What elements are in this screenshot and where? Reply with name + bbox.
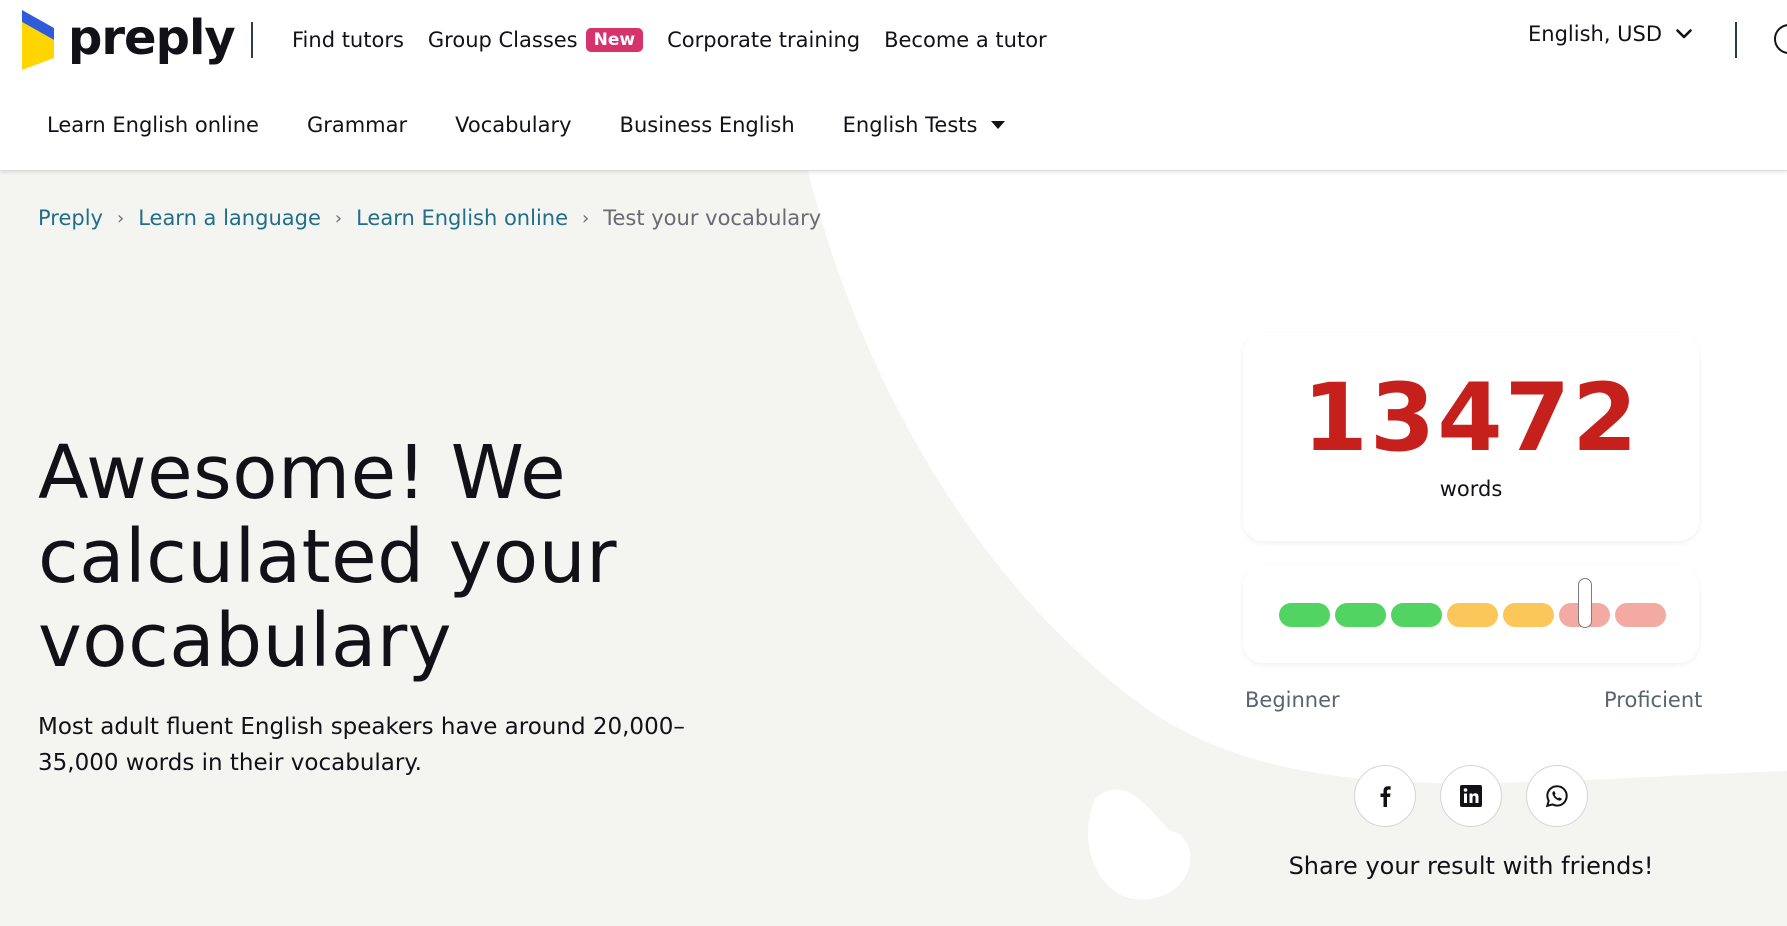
- chevron-down-icon: [1676, 29, 1692, 39]
- headline-line: calculated your: [38, 514, 618, 600]
- top-nav: Find tutors Group Classes New Corporate …: [292, 0, 1071, 80]
- word-count-card: 13472 words: [1243, 333, 1699, 541]
- breadcrumb-learn-a-language[interactable]: Learn a language: [138, 206, 321, 230]
- english-subnav: Learn English online Grammar Vocabulary …: [0, 80, 1787, 171]
- language-currency-select[interactable]: English, USD: [1528, 22, 1692, 46]
- breadcrumb-current: Test your vocabulary: [603, 206, 822, 230]
- share-facebook-button[interactable]: [1354, 765, 1416, 827]
- breadcrumb-separator: ›: [334, 207, 343, 229]
- top-header: preply Find tutors Group Classes New Cor…: [0, 0, 1787, 80]
- logo-text: preply: [68, 10, 236, 66]
- page-title: Awesome! We calculated your vocabulary: [38, 431, 718, 683]
- subnav-business-english[interactable]: Business English: [620, 113, 795, 137]
- subnav-vocabulary[interactable]: Vocabulary: [455, 113, 571, 137]
- scale-segment: [1615, 603, 1666, 627]
- nav-group-classes[interactable]: Group Classes New: [427, 28, 644, 52]
- nav-corporate-training[interactable]: Corporate training: [667, 28, 860, 52]
- facebook-icon: [1380, 786, 1391, 807]
- breadcrumb-separator: ›: [116, 207, 125, 229]
- scale-segment: [1391, 603, 1442, 627]
- language-currency-label: English, USD: [1528, 22, 1663, 46]
- breadcrumb-separator: ›: [582, 207, 590, 229]
- scale-beginner-label: Beginner: [1245, 688, 1340, 712]
- breadcrumb: Preply › Learn a language › Learn Englis…: [38, 206, 821, 230]
- scale-segment: [1447, 603, 1498, 627]
- breadcrumb-learn-english-online[interactable]: Learn English online: [356, 206, 568, 230]
- caret-down-icon: [991, 120, 1006, 129]
- header-divider-right: [1735, 22, 1737, 58]
- preply-logo-mark-icon: [22, 10, 54, 70]
- header-divider: [251, 22, 253, 58]
- level-scale-card: [1243, 566, 1699, 663]
- nav-become-a-tutor[interactable]: Become a tutor: [884, 28, 1047, 52]
- scale-segment: [1503, 603, 1554, 627]
- level-marker: [1577, 578, 1592, 628]
- preply-logo[interactable]: preply: [22, 10, 236, 70]
- word-count-label: words: [1439, 477, 1503, 501]
- subnav-english-tests-label: English Tests: [842, 113, 978, 137]
- word-count-value: 13472: [1302, 364, 1640, 473]
- subnav-learn-english-online[interactable]: Learn English online: [47, 113, 259, 137]
- nav-group-classes-label: Group Classes: [427, 28, 578, 52]
- scale-segment: [1279, 603, 1330, 627]
- whatsapp-icon: [1545, 785, 1568, 808]
- nav-find-tutors[interactable]: Find tutors: [292, 28, 404, 52]
- linkedin-icon: [1460, 785, 1482, 807]
- scale-proficient-label: Proficient: [1604, 688, 1703, 712]
- hero-description: Most adult fluent English speakers have …: [38, 714, 685, 776]
- new-badge: New: [585, 28, 644, 52]
- subnav-grammar[interactable]: Grammar: [307, 113, 407, 137]
- breadcrumb-preply[interactable]: Preply: [38, 206, 103, 230]
- search-icon[interactable]: [1774, 24, 1787, 54]
- share-whatsapp-button[interactable]: [1526, 765, 1588, 827]
- share-buttons: [1354, 765, 1588, 827]
- headline-line: vocabulary: [38, 598, 453, 684]
- share-linkedin-button[interactable]: [1440, 765, 1502, 827]
- subnav-english-tests[interactable]: English Tests: [843, 113, 1006, 137]
- share-prompt: Share your result with friends!: [1288, 852, 1654, 880]
- scale-segment: [1335, 603, 1386, 627]
- headline-line: Awesome! We: [38, 430, 567, 516]
